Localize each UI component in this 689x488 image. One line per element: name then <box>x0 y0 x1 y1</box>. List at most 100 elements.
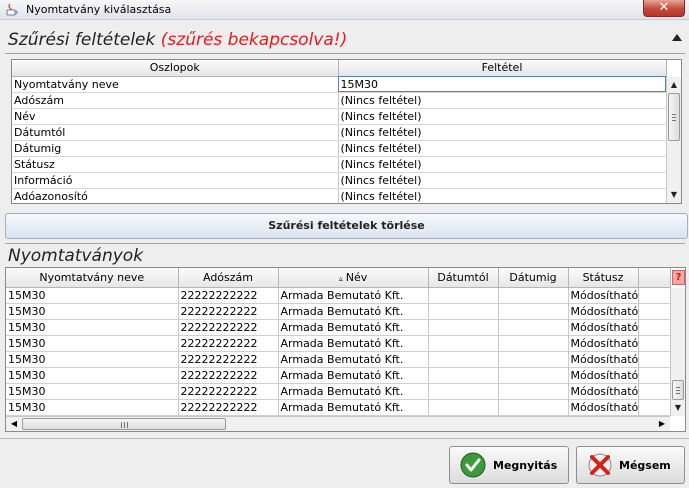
open-button-label: Megnyitás <box>493 459 558 472</box>
filter-condition-cell[interactable]: 15M30 <box>338 76 667 93</box>
forms-horizontal-scrollbar[interactable]: ◀ ▶ <box>6 416 670 431</box>
cell-tax-number: 22222222222 <box>178 367 279 384</box>
cell-form-name: 15M30 <box>6 335 179 352</box>
scroll-thumb[interactable] <box>672 380 684 400</box>
cell-status: Módosítható <box>568 303 639 320</box>
filter-condition-cell[interactable]: (Nincs feltétel) <box>338 124 667 141</box>
open-button[interactable]: Megnyitás <box>449 446 569 484</box>
collapse-up-icon[interactable] <box>672 34 682 41</box>
cancel-button-label: Mégsem <box>619 459 671 472</box>
filter-column-name: Adószám <box>12 92 339 109</box>
table-row[interactable]: 15M30 22222222222 Armada Bemutató Kft. Módo… <box>6 399 671 416</box>
cell-form-name: 15M30 <box>6 383 179 400</box>
column-header-date-from[interactable]: Dátumtól <box>428 268 499 288</box>
cell-name: Armada Bemutató Kft. <box>278 335 429 352</box>
cell-form-name: 15M30 <box>6 303 179 320</box>
cell-name: Armada Bemutató Kft. <box>278 319 429 336</box>
scroll-down-icon[interactable]: ▼ <box>671 400 685 416</box>
cell-name: Armada Bemutató Kft. <box>278 383 429 400</box>
cell-date-from <box>428 287 499 304</box>
filter-divider <box>5 53 685 54</box>
cell-name: Armada Bemutató Kft. <box>278 303 429 320</box>
cell-form-name: 15M30 <box>6 351 179 368</box>
cell-status: Módosítható <box>568 335 639 352</box>
column-header-columns[interactable]: Oszlopok <box>12 60 339 77</box>
help-icon[interactable]: ? <box>672 270 685 285</box>
cell-tax-number: 22222222222 <box>178 319 279 336</box>
cell-tax-number: 22222222222 <box>178 287 279 304</box>
scroll-down-icon[interactable]: ▼ <box>667 187 681 203</box>
clear-filters-button[interactable]: Szűrési feltételek törlése <box>5 213 688 239</box>
column-header-name[interactable]: ▵ Név <box>278 268 429 288</box>
filter-row[interactable]: Adószám (Nincs feltétel) <box>12 92 667 109</box>
scroll-up-icon[interactable]: ▲ <box>667 77 681 93</box>
filter-row[interactable]: Státusz (Nincs feltétel) <box>12 156 667 173</box>
filter-row[interactable]: Dátumtól (Nincs feltétel) <box>12 124 667 141</box>
forms-table: Nyomtatvány neve Adószám ▵ Név Dátumtól D… <box>5 267 686 432</box>
window-close-button[interactable]: ✕ <box>643 0 685 17</box>
filter-condition-cell[interactable]: (Nincs feltétel) <box>338 108 667 125</box>
cell-tax-number: 22222222222 <box>178 383 279 400</box>
table-row[interactable]: 15M30 22222222222 Armada Bemutató Kft. Módo… <box>6 287 671 304</box>
filter-section-title: Szűrési feltételek (szűrés bekapcsolva!) <box>8 30 347 50</box>
cell-status: Módosítható <box>568 383 639 400</box>
cell-extra <box>638 319 671 336</box>
cell-extra <box>638 367 671 384</box>
column-header-form-name[interactable]: Nyomtatvány neve <box>6 268 179 288</box>
filter-column-name: Név <box>12 108 339 125</box>
checkmark-icon <box>460 452 486 478</box>
cell-extra <box>638 383 671 400</box>
table-row[interactable]: 15M30 22222222222 Armada Bemutató Kft. Módo… <box>6 351 671 368</box>
column-header-extra <box>638 268 671 288</box>
cancel-button[interactable]: Mégsem <box>576 446 685 484</box>
horizontal-scroll-thumb[interactable] <box>22 418 226 430</box>
filter-condition-cell[interactable]: (Nincs feltétel) <box>338 140 667 157</box>
filter-table: Oszlopok Feltétel Nyomtatvány neve 15M30 … <box>11 59 682 204</box>
cell-extra <box>638 351 671 368</box>
scroll-thumb[interactable] <box>668 93 680 141</box>
cell-form-name: 15M30 <box>6 319 179 336</box>
forms-divider <box>5 243 685 244</box>
window-title: Nyomtatvány kiválasztása <box>26 3 172 16</box>
table-row[interactable]: 15M30 22222222222 Armada Bemutató Kft. Módo… <box>6 367 671 384</box>
filter-condition-cell[interactable]: (Nincs feltétel) <box>338 188 667 203</box>
filter-status-text: (szűrés bekapcsolva!) <box>160 30 348 50</box>
filter-row[interactable]: Információ (Nincs feltétel) <box>12 172 667 189</box>
cell-status: Módosítható <box>568 351 639 368</box>
table-row[interactable]: 15M30 22222222222 Armada Bemutató Kft. Módo… <box>6 303 671 320</box>
filter-column-name: Dátumtól <box>12 124 339 141</box>
filter-title-text: Szűrési feltételek <box>8 30 156 50</box>
table-row[interactable]: 15M30 22222222222 Armada Bemutató Kft. Módo… <box>6 383 671 400</box>
scroll-left-icon[interactable]: ◀ <box>6 417 22 431</box>
cell-form-name: 15M30 <box>6 287 179 304</box>
forms-section-title: Nyomtatványok <box>8 246 144 266</box>
column-header-status[interactable]: Státusz <box>568 268 639 288</box>
cell-extra <box>638 335 671 352</box>
column-header-tax-number[interactable]: Adószám <box>178 268 279 288</box>
filter-condition-cell[interactable]: (Nincs feltétel) <box>338 156 667 173</box>
column-header-condition[interactable]: Feltétel <box>338 60 667 77</box>
filter-row[interactable]: Nyomtatvány neve 15M30 <box>12 76 667 93</box>
cell-date-from <box>428 367 499 384</box>
column-header-date-to[interactable]: Dátumig <box>498 268 569 288</box>
forms-grid: Nyomtatvány neve Adószám ▵ Név Dátumtól D… <box>6 268 671 416</box>
table-row[interactable]: 15M30 22222222222 Armada Bemutató Kft. Módo… <box>6 335 671 352</box>
table-row[interactable]: 15M30 22222222222 Armada Bemutató Kft. Módo… <box>6 319 671 336</box>
cell-tax-number: 22222222222 <box>178 399 279 416</box>
filter-column-name: Adóazonosító <box>12 188 339 203</box>
cell-date-to <box>498 383 569 400</box>
forms-header-row: Nyomtatvány neve Adószám ▵ Név Dátumtól D… <box>6 268 671 288</box>
cell-status: Módosítható <box>568 399 639 416</box>
filter-condition-cell[interactable]: (Nincs feltétel) <box>338 92 667 109</box>
filter-row[interactable]: Adóazonosító (Nincs feltétel) <box>12 188 667 203</box>
cell-tax-number: 22222222222 <box>178 335 279 352</box>
filter-vertical-scrollbar[interactable]: ▲ ▼ <box>666 77 681 203</box>
filter-section-header: Szűrési feltételek (szűrés bekapcsolva!) <box>5 27 685 55</box>
filter-condition-cell[interactable]: (Nincs feltétel) <box>338 172 667 189</box>
filter-row[interactable]: Név (Nincs feltétel) <box>12 108 667 125</box>
forms-vertical-scrollbar[interactable]: ▼ <box>670 288 685 416</box>
java-app-icon <box>6 3 18 16</box>
scroll-right-icon[interactable]: ▶ <box>654 417 670 431</box>
filter-row[interactable]: Dátumig (Nincs feltétel) <box>12 140 667 157</box>
cell-date-to <box>498 367 569 384</box>
